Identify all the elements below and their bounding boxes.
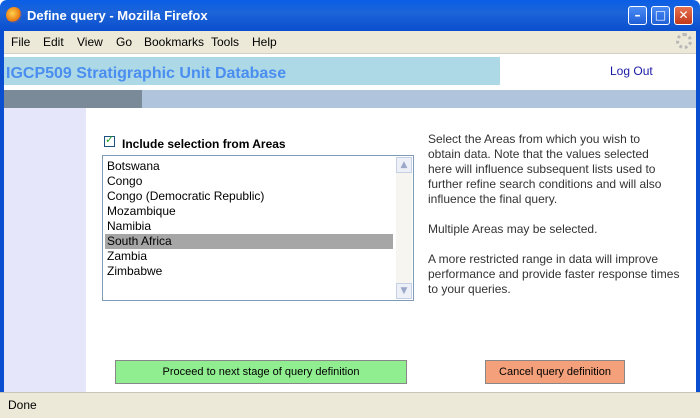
help-line: performance and provide faster response … bbox=[428, 267, 680, 281]
menu-bar: File Edit View Go Bookmarks Tools Help bbox=[0, 31, 700, 54]
progress-fill bbox=[4, 90, 143, 108]
maximize-button[interactable]: □ bbox=[651, 6, 670, 25]
include-areas-label: Include selection from Areas bbox=[122, 137, 286, 151]
logout-link[interactable]: Log Out bbox=[610, 64, 653, 78]
menu-tools[interactable]: Tools bbox=[211, 35, 239, 49]
help-line: to your queries. bbox=[428, 282, 511, 296]
firefox-icon bbox=[6, 7, 22, 23]
menu-help[interactable]: Help bbox=[252, 35, 277, 49]
menu-edit[interactable]: Edit bbox=[43, 35, 64, 49]
menu-bookmarks[interactable]: Bookmarks bbox=[144, 35, 204, 49]
list-item[interactable]: Mozambique bbox=[105, 204, 393, 219]
list-item[interactable]: Botswana bbox=[105, 159, 393, 174]
help-text-areas: Select the Areas from which you wish to … bbox=[428, 132, 696, 207]
listbox-scrollbar[interactable]: ▲ ▼ bbox=[396, 157, 412, 299]
status-bar: Done bbox=[0, 392, 700, 418]
proceed-button[interactable]: Proceed to next stage of query definitio… bbox=[115, 360, 407, 384]
help-text-multiple: Multiple Areas may be selected. bbox=[428, 222, 696, 237]
close-button[interactable]: ✕ bbox=[674, 6, 693, 25]
site-title: IGCP509 Stratigraphic Unit Database bbox=[6, 65, 287, 82]
help-line: further refine search conditions and wil… bbox=[428, 177, 662, 191]
status-text: Done bbox=[8, 398, 37, 412]
list-item[interactable]: Congo (Democratic Republic) bbox=[105, 189, 393, 204]
window-title: Define query - Mozilla Firefox bbox=[27, 8, 208, 23]
help-line: Select the Areas from which you wish to bbox=[428, 132, 641, 146]
checkmark-icon: ✓ bbox=[105, 133, 115, 146]
include-areas-checkbox[interactable]: ✓ bbox=[104, 133, 115, 147]
list-item-selected[interactable]: South Africa bbox=[105, 234, 393, 249]
list-item[interactable]: Zambia bbox=[105, 249, 393, 264]
menu-view[interactable]: View bbox=[77, 35, 103, 49]
help-line: here will influence subsequent lists use… bbox=[428, 162, 656, 176]
list-item[interactable]: Zimbabwe bbox=[105, 264, 393, 279]
window-titlebar: Define query - Mozilla Firefox – □ ✕ bbox=[0, 0, 700, 31]
loading-throbber-icon bbox=[676, 33, 692, 49]
cancel-button[interactable]: Cancel query definition bbox=[485, 360, 625, 384]
help-text-performance: A more restricted range in data will imp… bbox=[428, 252, 696, 297]
scroll-down-arrow-icon[interactable]: ▼ bbox=[396, 283, 412, 299]
menu-go[interactable]: Go bbox=[116, 35, 132, 49]
list-item[interactable]: Namibia bbox=[105, 219, 393, 234]
help-line: A more restricted range in data will imp… bbox=[428, 252, 659, 266]
menu-file[interactable]: File bbox=[11, 35, 30, 49]
page-content: IGCP509 Stratigraphic Unit Database Log … bbox=[4, 54, 696, 392]
help-line: Multiple Areas may be selected. bbox=[428, 222, 598, 236]
left-sidebar bbox=[4, 108, 86, 392]
window-frame-right bbox=[696, 31, 700, 417]
areas-listbox[interactable]: Botswana Congo Congo (Democratic Republi… bbox=[102, 155, 414, 301]
progress-bar bbox=[4, 90, 696, 108]
minimize-button[interactable]: – bbox=[628, 6, 647, 25]
help-line: obtain data. Note that the values select… bbox=[428, 147, 649, 161]
scroll-up-arrow-icon[interactable]: ▲ bbox=[396, 157, 412, 173]
list-item[interactable]: Congo bbox=[105, 174, 393, 189]
header-band: IGCP509 Stratigraphic Unit Database bbox=[4, 57, 500, 85]
help-line: influence the final query. bbox=[428, 192, 558, 206]
